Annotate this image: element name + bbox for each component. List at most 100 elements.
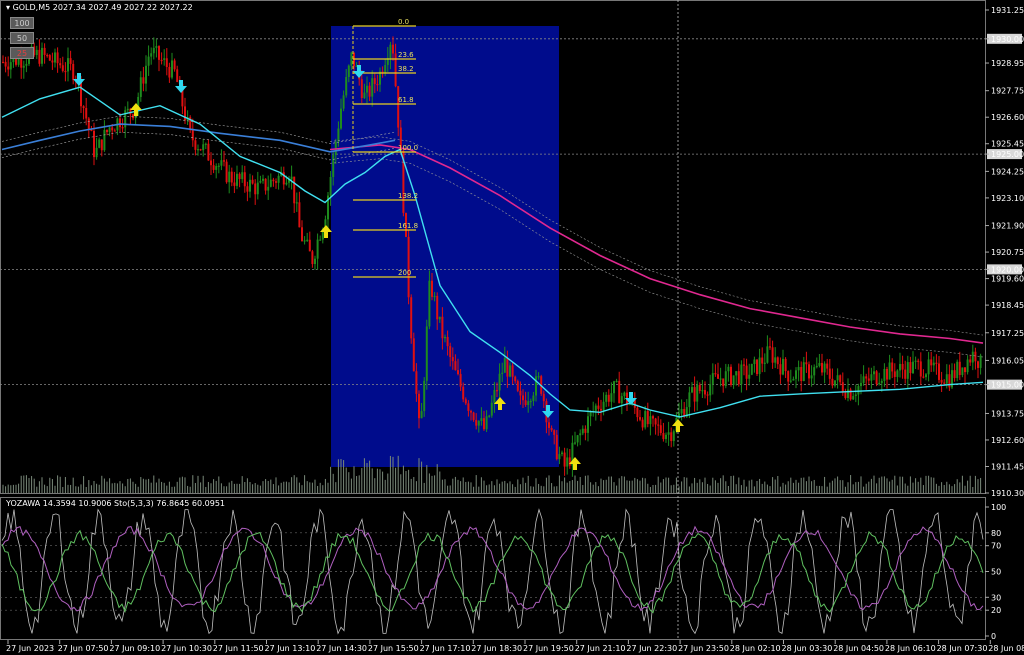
candle-body	[610, 393, 613, 402]
candle-body	[815, 365, 818, 368]
candle-body	[202, 144, 205, 151]
candle-body	[810, 375, 813, 379]
candle-body	[594, 405, 597, 411]
candle-body	[191, 129, 194, 141]
candle-body	[41, 47, 43, 64]
lot-button-50[interactable]: 50	[10, 32, 34, 44]
candle-body	[509, 365, 511, 377]
candle-body	[139, 77, 142, 97]
candle-body	[462, 386, 465, 400]
candle-body	[646, 411, 649, 425]
candle-body	[667, 432, 670, 435]
candle-body	[758, 357, 761, 375]
candle-body	[971, 351, 974, 363]
candle-body	[477, 421, 480, 426]
candle-body	[160, 59, 163, 62]
candle-body	[220, 160, 223, 166]
symbol-label: GOLD,M5	[12, 3, 51, 12]
candle-body	[574, 442, 576, 444]
candle-body	[376, 83, 379, 86]
time-label: 27 Jun 07:50	[58, 644, 109, 653]
candle-body	[470, 410, 472, 413]
candle-body	[332, 155, 335, 177]
price-tick-label: 1918.45	[991, 301, 1024, 310]
candle-body	[893, 371, 896, 377]
candle-body	[961, 367, 964, 375]
candle-body	[490, 402, 493, 416]
lot-button-100[interactable]: 100	[10, 17, 34, 29]
candle-body	[930, 359, 933, 366]
candle-body	[64, 70, 67, 73]
candle-body	[641, 419, 644, 428]
time-label: 27 Jun 19:50	[523, 644, 574, 653]
candle-body	[423, 380, 426, 412]
candle-body	[800, 367, 803, 382]
price-tick-label: 1925.45	[991, 140, 1024, 149]
candle-body	[974, 351, 977, 362]
candle-body	[225, 161, 228, 183]
candle-body	[98, 139, 101, 148]
candle-body	[862, 376, 865, 383]
time-axis: 27 Jun 2023 27 Jun 07:50 27 Jun 09:10 27 Ju…	[6, 640, 1024, 653]
oscillator-tick-label: 0	[991, 632, 996, 641]
candle-body	[428, 280, 431, 327]
candle-body	[87, 118, 90, 130]
candle-body	[693, 387, 696, 402]
lot-button-25[interactable]: 25	[10, 47, 34, 59]
candle-body	[392, 44, 394, 54]
candle-body	[654, 418, 657, 425]
candle-body	[854, 394, 857, 397]
candle-body	[256, 182, 259, 195]
price-axis: 1931.25 1930.00 1928.95 1927.75 1926.60 1925.…	[985, 6, 1024, 498]
candle-body	[451, 357, 454, 362]
candle-body	[878, 382, 881, 385]
candle-body	[285, 182, 288, 185]
candle-body	[964, 367, 966, 373]
candle-body	[732, 375, 735, 385]
candle-body	[527, 401, 530, 406]
candle-body	[826, 363, 829, 369]
candle-body	[873, 371, 875, 375]
candle-body	[230, 171, 233, 183]
candle-body	[72, 63, 75, 81]
candle-body	[644, 411, 647, 428]
price-tick-label: 1913.75	[991, 409, 1024, 418]
candle-body	[350, 52, 353, 66]
price-tick-label: 1923.10	[991, 194, 1024, 203]
candle-body	[870, 374, 873, 381]
candle-body	[737, 371, 740, 385]
candle-body	[821, 362, 823, 373]
candle-body	[579, 433, 582, 436]
candle-body	[210, 160, 212, 166]
candle-body	[197, 149, 199, 151]
candle-body	[194, 140, 197, 150]
candle-body	[238, 173, 241, 180]
time-label: 27 Jun 09:10	[109, 644, 160, 653]
candle-body	[241, 172, 244, 180]
candle-body	[457, 370, 459, 375]
candle-body	[792, 378, 795, 381]
candle-body	[373, 78, 376, 84]
candle-body	[748, 374, 751, 379]
candle-body	[337, 128, 340, 142]
oscillator-frame	[0, 497, 986, 640]
candle-body	[236, 173, 238, 186]
dropdown-triangle-icon[interactable]: ▾	[6, 3, 10, 12]
ohlc-values: 2027.34 2027.49 2027.22 2027.22	[52, 3, 193, 12]
candle-body	[966, 359, 969, 373]
candle-body	[483, 418, 485, 430]
candle-body	[389, 44, 392, 59]
candle-body	[113, 130, 116, 132]
candle-body	[956, 361, 959, 379]
trading-chart[interactable]: 0.023.638.261.8100.0138.2161.8200 1931.2…	[0, 0, 1024, 655]
candle-body	[152, 47, 155, 54]
stoch-values: 76.8645 60.0951	[156, 499, 226, 508]
price-tick-label: 1915.00	[991, 381, 1024, 390]
time-label: 27 Jun 11:50	[213, 644, 264, 653]
stoch-main-line	[1, 508, 984, 635]
candle-body	[834, 380, 836, 386]
candle-body	[251, 179, 254, 184]
candle-body	[145, 65, 147, 84]
indicator-values: 14.3594 10.9006	[42, 499, 112, 508]
fib-level-label: 138.2	[398, 192, 418, 200]
